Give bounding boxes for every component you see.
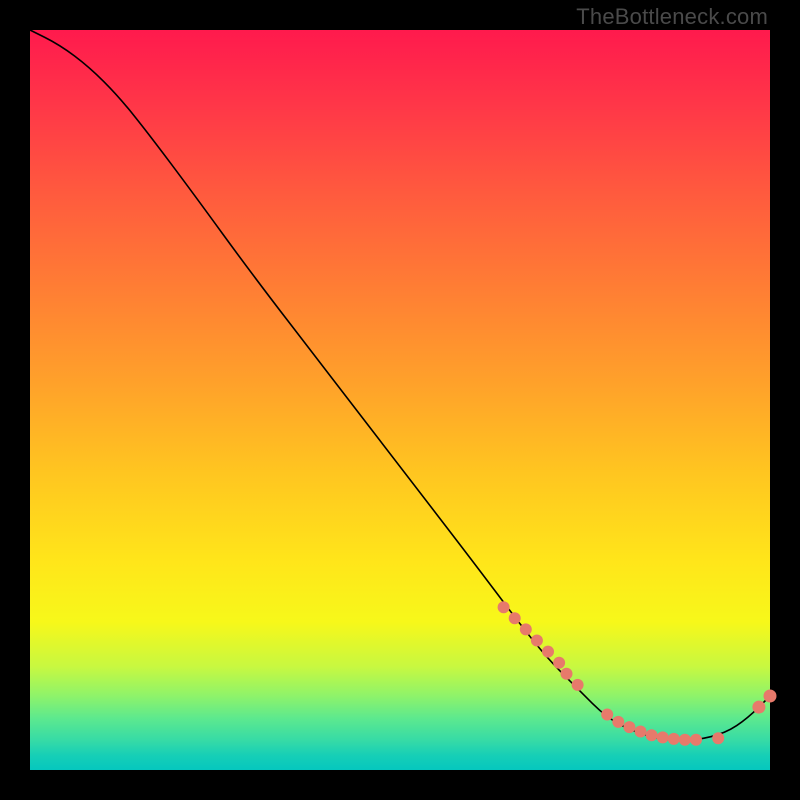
- data-point: [572, 679, 584, 691]
- data-point: [553, 657, 565, 669]
- data-point: [498, 601, 510, 613]
- chart-frame: TheBottleneck.com: [0, 0, 800, 800]
- data-point: [690, 734, 702, 746]
- data-point: [712, 732, 724, 744]
- data-point: [623, 721, 635, 733]
- plot-area: [30, 30, 770, 770]
- data-point: [646, 729, 658, 741]
- data-point: [601, 709, 613, 721]
- data-point: [764, 690, 777, 703]
- data-point: [668, 733, 680, 745]
- data-point: [679, 734, 691, 746]
- data-point: [635, 726, 647, 738]
- data-point: [752, 701, 765, 714]
- data-point: [520, 623, 532, 635]
- data-point: [542, 646, 554, 658]
- chart-overlay: [30, 30, 770, 770]
- data-point: [509, 612, 521, 624]
- data-point: [612, 716, 624, 728]
- data-point: [531, 635, 543, 647]
- data-point: [561, 668, 573, 680]
- dots-group: [498, 601, 777, 746]
- watermark-text: TheBottleneck.com: [576, 4, 768, 30]
- data-point: [657, 731, 669, 743]
- bottleneck-curve: [30, 30, 770, 740]
